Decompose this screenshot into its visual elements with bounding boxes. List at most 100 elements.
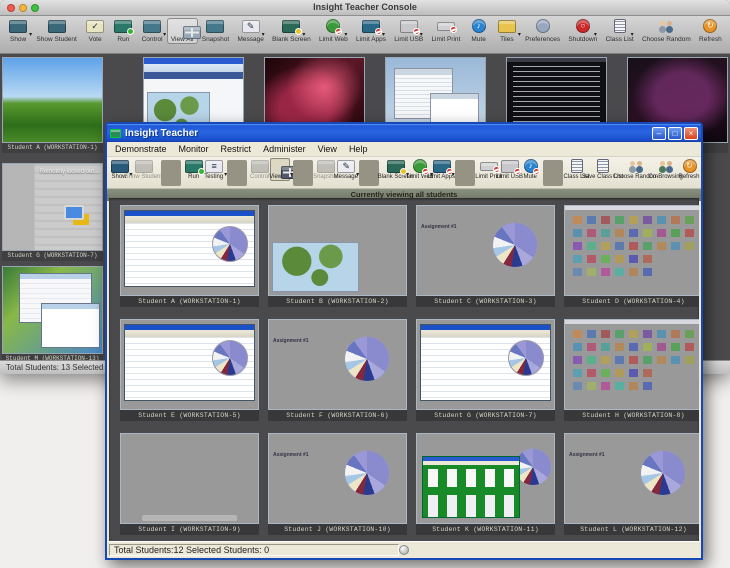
student-thumbnail[interactable]: Student B (WORKSTATION-2) — [268, 205, 407, 307]
student-label: Student K (WORKSTATION-11) — [416, 524, 555, 535]
xp-toolbar-button[interactable]: ♪ Mute — [520, 158, 540, 181]
mac-toolbar-button[interactable]: Run — [109, 18, 137, 44]
toolbar-button-label: Run — [117, 36, 129, 43]
mac-student-thumbnail[interactable]: Student A (WORKSTATION-1) — [2, 57, 103, 153]
student-thumbnail[interactable]: Student K (WORKSTATION-11) — [416, 433, 555, 535]
mac-toolbar-button[interactable]: ✎ Message — [233, 18, 268, 44]
student-label: Student G (WORKSTATION-7) — [2, 251, 103, 261]
student-label: Student A (WORKSTATION-1) — [120, 296, 259, 307]
xp-toolbar-button[interactable]: Choose Random — [618, 158, 652, 181]
mac-window-title: Insight Teacher Console — [0, 2, 730, 12]
student-thumbnail[interactable]: Assignment #1 Student J (WORKSTATION-10) — [268, 433, 407, 535]
mac-toolbar-button[interactable]: View All — [167, 18, 198, 44]
mac-toolbar-button[interactable]: Limit Web — [315, 18, 352, 44]
xp-toolbar-button[interactable]: ✎ Message — [336, 158, 356, 181]
student-thumbnail[interactable]: Assignment #1 Student C (WORKSTATION-3) — [416, 205, 555, 307]
student-thumbnail[interactable]: Assignment #1 Student F (WORKSTATION-6) — [268, 319, 407, 421]
close-icon[interactable]: × — [684, 127, 698, 140]
xp-toolbar-button[interactable]: Limit Apps — [430, 158, 452, 181]
menu-item[interactable]: Demonstrate — [109, 143, 173, 156]
toolbar-button-label: Refresh — [699, 36, 722, 43]
mac-toolbar-button[interactable]: ↻ Refresh — [695, 18, 726, 44]
xp-toolbar-button[interactable]: Show Student — [129, 158, 158, 181]
xp-toolbar-button[interactable] — [359, 160, 379, 186]
student-thumbnail[interactable]: Student G (WORKSTATION-7) — [416, 319, 555, 421]
menu-item[interactable]: View — [312, 143, 343, 156]
menu-item[interactable]: Administer — [257, 143, 312, 156]
xp-toolbar-button[interactable] — [455, 160, 475, 186]
student-label: Student A (WORKSTATION-1) — [2, 143, 103, 153]
xp-menubar: DemonstrateMonitorRestrictAdministerView… — [107, 142, 701, 157]
mac-toolbar-button[interactable]: Show Student — [32, 18, 81, 44]
mac-toolbar-button[interactable]: Limit Print — [427, 18, 464, 44]
mac-toolbar-button[interactable]: Show — [4, 18, 32, 44]
toolbar-button-icon — [323, 19, 343, 34]
mac-toolbar-button[interactable]: Limit USB — [390, 18, 427, 44]
toolbar-button-label: Limit USB — [496, 174, 523, 180]
minimize-icon[interactable]: – — [652, 127, 666, 140]
mac-student-thumbnail[interactable]: Remotely locked out... Student G (WORKST… — [2, 163, 103, 261]
student-thumbnail[interactable]: Assignment #1 Student L (WORKSTATION-12) — [564, 433, 699, 535]
mac-toolbar-button[interactable]: Tiles — [493, 18, 521, 44]
xp-toolbar-button[interactable] — [161, 160, 181, 186]
student-thumbnail[interactable]: Student I (WORKSTATION-9) — [120, 433, 259, 535]
badge-icon — [533, 168, 540, 175]
student-grid: Student A (WORKSTATION-1) Student B (WOR… — [109, 198, 699, 542]
toolbar-button-icon — [432, 159, 451, 173]
mac-toolbar-button[interactable]: ✓ Vote — [81, 18, 109, 44]
xp-toolbar-button[interactable]: Run — [184, 158, 204, 181]
xp-window-title: Insight Teacher — [125, 128, 652, 139]
xp-toolbar-button[interactable] — [293, 160, 313, 186]
mac-toolbar-button[interactable]: Class List — [601, 18, 637, 44]
mac-toolbar-button[interactable]: Preferences — [521, 18, 564, 44]
toolbar-button-icon — [386, 159, 405, 173]
xp-toolbar-button[interactable]: Control — [250, 158, 270, 181]
toolbar-button-icon: ↻ — [700, 19, 720, 34]
mac-toolbar-button[interactable]: ○ Shutdown — [564, 18, 601, 44]
badge-icon — [413, 28, 420, 35]
xp-toolbar-button[interactable]: Limit USB — [499, 158, 520, 181]
toolbar-button-icon — [410, 159, 429, 173]
toolbar-button-icon — [8, 19, 28, 34]
status-refresh-icon[interactable] — [399, 545, 409, 555]
xp-status-bar: Total Students:12 Selected Students: 0 — [107, 541, 701, 558]
chevron-down-icon — [163, 23, 166, 41]
xp-titlebar[interactable]: Insight Teacher – □ × — [107, 124, 701, 142]
xp-toolbar-button[interactable]: ↻ Refresh — [679, 158, 699, 181]
mac-toolbar-button[interactable]: Snapshot — [198, 18, 234, 44]
mac-toolbar-button[interactable]: Control — [137, 18, 166, 44]
mac-toolbar-button[interactable]: Limit Apps — [352, 18, 390, 44]
student-screen-preview — [2, 57, 103, 143]
desktop: Insight Teacher Console Show — [0, 0, 730, 568]
menu-item[interactable]: Help — [343, 143, 374, 156]
app-icon — [110, 129, 121, 138]
student-thumbnail[interactable]: Student D (WORKSTATION-4) — [564, 205, 699, 307]
xp-toolbar-button[interactable]: ≡ Testing — [204, 158, 224, 181]
mac-toolbar-button[interactable]: Choose Random — [638, 18, 695, 44]
mac-titlebar[interactable]: Insight Teacher Console — [0, 0, 730, 16]
menu-item[interactable]: Monitor — [173, 143, 215, 156]
mac-toolbar-button[interactable]: Blank Screen — [268, 18, 315, 44]
mac-toolbar: Show Show Student ✓ — [0, 16, 730, 54]
xp-toolbar-button[interactable]: Blank Screen — [382, 158, 410, 181]
xp-toolbar-button[interactable] — [227, 160, 247, 186]
xp-toolbar-button[interactable] — [543, 160, 563, 186]
chevron-down-icon — [382, 23, 385, 41]
xp-toolbar-button[interactable]: View All — [270, 158, 290, 181]
mac-toolbar-button[interactable]: ♪ Mute — [464, 18, 492, 44]
maximize-icon[interactable]: □ — [668, 127, 682, 140]
toolbar-button-icon: ✎ — [336, 159, 355, 173]
mac-student-thumbnail[interactable]: Student M (WORKSTATION-13) — [2, 266, 103, 361]
student-label: Student D (WORKSTATION-4) — [564, 296, 699, 307]
student-thumbnail[interactable]: Student E (WORKSTATION-5) — [120, 319, 259, 421]
xp-toolbar-button[interactable]: Co-Browsing — [652, 158, 679, 181]
badge-icon — [335, 28, 342, 35]
toolbar-button-label: Control — [142, 36, 163, 43]
menu-item[interactable]: Restrict — [215, 143, 258, 156]
student-thumbnail[interactable]: Student H (WORKSTATION-8) — [564, 319, 699, 421]
toolbar-button-icon — [184, 159, 203, 173]
assignment-label: Assignment #1 — [569, 452, 605, 458]
student-thumbnail[interactable]: Student A (WORKSTATION-1) — [120, 205, 259, 307]
toolbar-button-label: Snapshot — [202, 36, 229, 43]
chevron-down-icon — [420, 23, 423, 41]
